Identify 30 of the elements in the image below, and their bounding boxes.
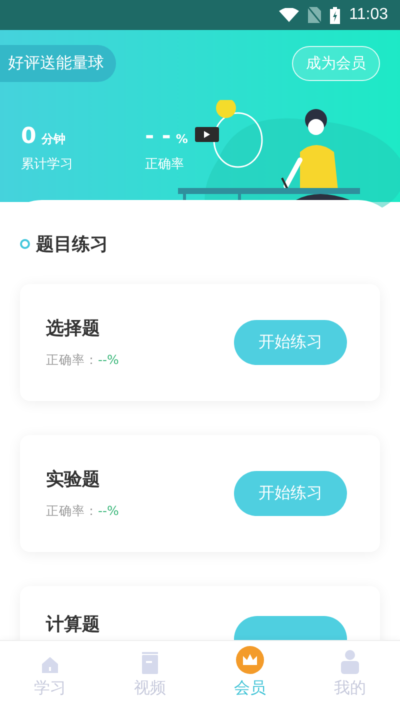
stat-label: 累计学习 xyxy=(21,156,74,173)
promo-button[interactable]: 好评送能量球 xyxy=(0,45,116,82)
section-title: 题目练习 xyxy=(36,233,108,256)
tab[interactable]: 我的 xyxy=(300,641,400,711)
stat-value: - - xyxy=(145,124,171,149)
bullet-icon xyxy=(20,239,30,249)
tab[interactable]: 学习 xyxy=(0,641,100,711)
accuracy-text: 正确率：--% xyxy=(46,503,119,520)
tab[interactable]: 会员 xyxy=(200,641,300,711)
start-practice-button[interactable]: 开始练习 xyxy=(234,471,347,516)
exercise-title: 计算题 xyxy=(46,613,100,636)
stat-value: 0 xyxy=(21,124,36,149)
book-icon xyxy=(142,652,158,674)
exercise-title: 选择题 xyxy=(46,317,101,340)
stat-label: 正确率 xyxy=(145,156,185,173)
exercise-title: 实验题 xyxy=(46,468,101,491)
start-practice-button[interactable] xyxy=(234,616,347,640)
wifi-icon xyxy=(279,8,300,22)
no-sim-icon xyxy=(308,7,322,23)
stat-unit: % xyxy=(176,132,188,146)
accuracy-text: 正确率：--% xyxy=(46,352,119,369)
home-icon xyxy=(41,656,59,674)
tab[interactable]: 视频 xyxy=(100,641,200,711)
become-member-button[interactable]: 成为会员 xyxy=(292,46,380,81)
person-icon xyxy=(341,650,359,674)
start-practice-button[interactable]: 开始练习 xyxy=(234,320,347,365)
stat-unit: 分钟 xyxy=(41,131,66,148)
status-time: 11:03 xyxy=(349,6,388,24)
crown-icon xyxy=(236,646,264,674)
battery-charging-icon xyxy=(330,6,340,24)
